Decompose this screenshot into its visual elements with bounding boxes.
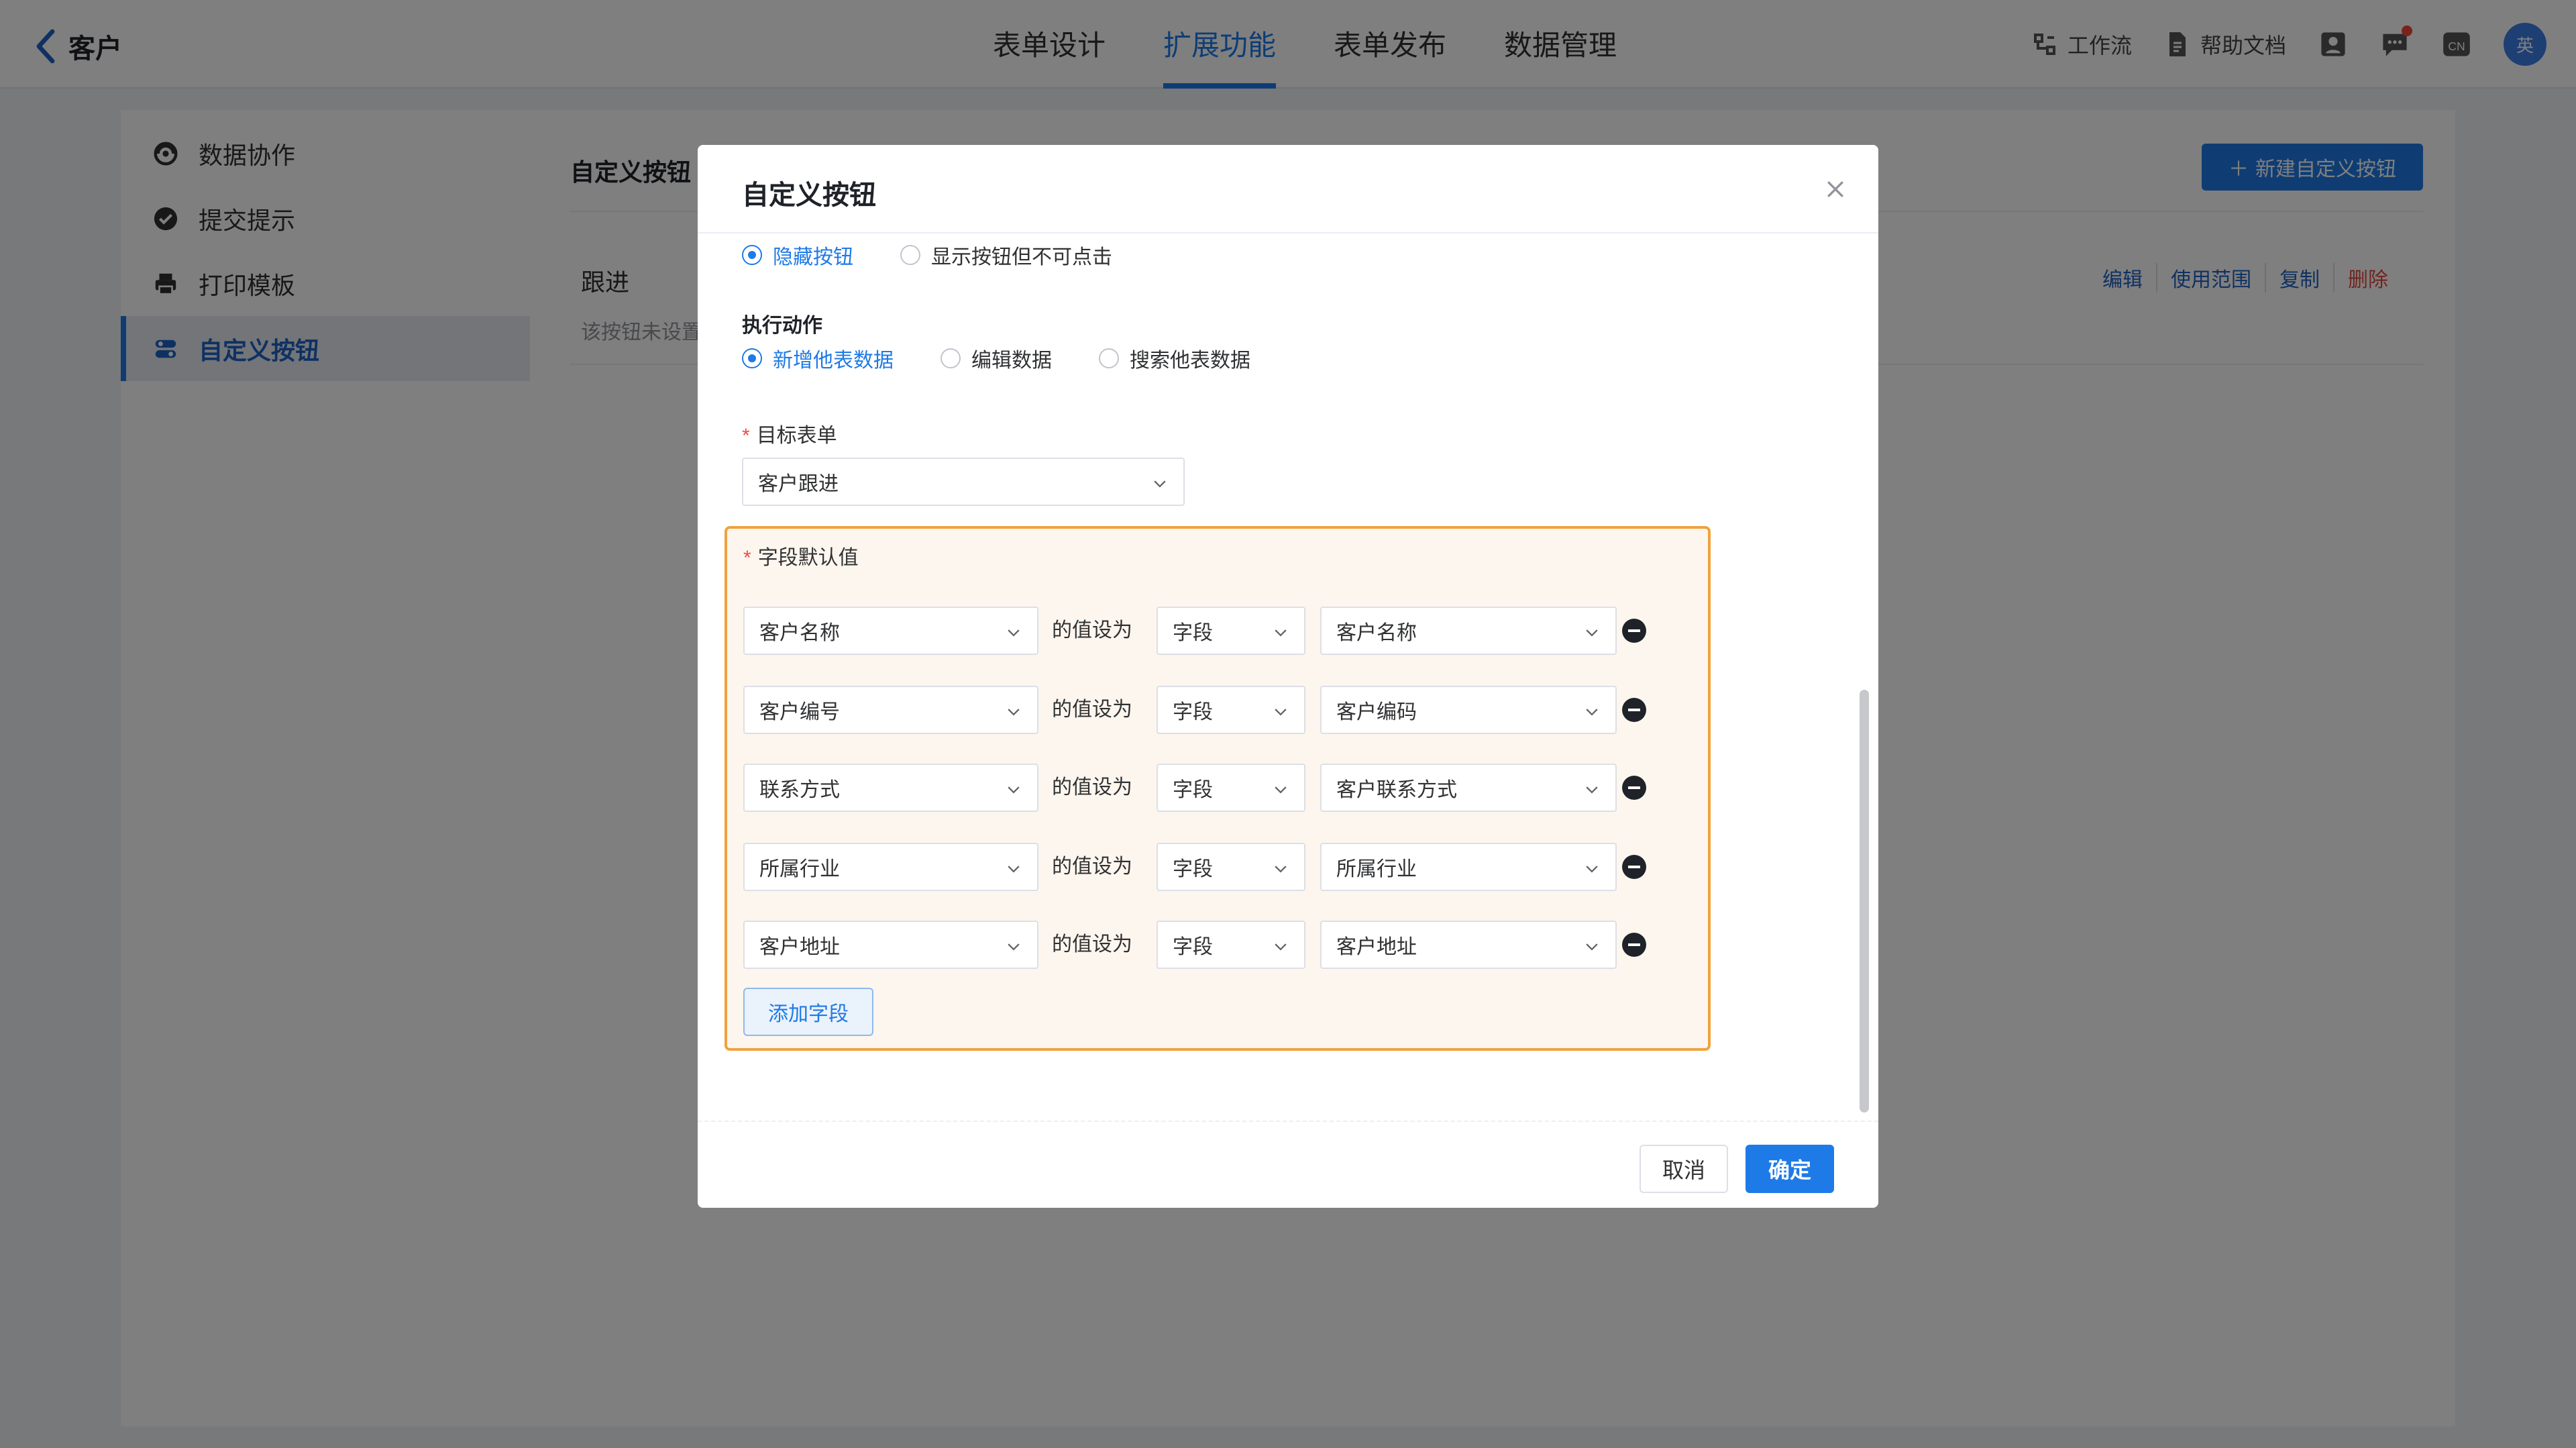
radio-label: 编辑数据 [971,350,1052,372]
source-field-value: 客户名称 [1336,622,1417,644]
remove-row-icon[interactable] [1622,698,1646,722]
target-form-label-text: 目标表单 [756,425,837,447]
radio-search-other-table[interactable]: 搜索他表数据 [1099,344,1250,373]
target-form-value: 客户跟进 [758,473,839,495]
radio-indicator [941,348,961,368]
radio-label: 显示按钮但不可点击 [931,246,1112,268]
value-type-select[interactable]: 字段 [1157,921,1305,969]
custom-button-dialog: 自定义按钮 隐藏按钮 显示按钮但不可点击 执行动作 新增他表数据 编辑数据 搜索… [698,145,1878,1208]
target-field-select[interactable]: 客户地址 [743,921,1038,969]
action-label: 执行动作 [742,315,822,337]
action-radio-group: 新增他表数据 编辑数据 搜索他表数据 [742,344,1297,373]
target-field-select[interactable]: 联系方式 [743,764,1038,812]
field-mapping-row: 客户名称 的值设为 字段 客户名称 [743,607,1682,655]
chevron-down-icon [1008,629,1020,637]
chevron-down-icon [1275,866,1287,873]
remove-row-icon[interactable] [1622,933,1646,957]
radio-indicator [742,245,762,265]
target-field-value: 所属行业 [759,858,840,880]
target-form-select[interactable]: 客户跟进 [742,458,1185,506]
chevron-down-icon [1586,866,1598,873]
chevron-down-icon [1154,480,1166,488]
value-type-value: 字段 [1173,701,1213,723]
field-mapping-row: 客户编号 的值设为 字段 客户编码 [743,686,1682,734]
value-type-select[interactable]: 字段 [1157,607,1305,655]
add-field-button[interactable]: 添加字段 [743,988,873,1036]
field-mapping-row: 联系方式 的值设为 字段 客户联系方式 [743,764,1682,812]
field-defaults-label: * 字段默认值 [743,541,859,570]
radio-edit-data[interactable]: 编辑数据 [941,344,1052,373]
chevron-down-icon [1008,866,1020,873]
field-mapping-row: 客户地址 的值设为 字段 客户地址 [743,921,1682,969]
source-field-value: 客户编码 [1336,701,1417,723]
close-icon[interactable] [1823,177,1847,201]
target-field-select[interactable]: 客户名称 [743,607,1038,655]
value-type-select[interactable]: 字段 [1157,686,1305,734]
field-mapping-row: 所属行业 的值设为 字段 所属行业 [743,843,1682,891]
required-mark: * [743,547,751,569]
target-field-value: 联系方式 [759,779,840,801]
source-field-select[interactable]: 客户联系方式 [1320,764,1617,812]
remove-row-icon[interactable] [1622,855,1646,879]
chevron-down-icon [1275,629,1287,637]
radio-label: 搜索他表数据 [1130,350,1250,372]
radio-indicator [900,245,920,265]
value-type-value: 字段 [1173,858,1213,880]
set-to-text: 的值设为 [1052,699,1132,721]
field-defaults-label-text: 字段默认值 [757,547,859,569]
source-field-value: 客户联系方式 [1336,779,1457,801]
value-type-select[interactable]: 字段 [1157,764,1305,812]
field-defaults-section: * 字段默认值 客户名称 的值设为 字段 客户名称 客户编号 的值设为 字段 客户… [724,526,1711,1051]
remove-row-icon[interactable] [1622,619,1646,643]
chevron-down-icon [1275,943,1287,951]
target-field-select[interactable]: 所属行业 [743,843,1038,891]
source-field-select[interactable]: 客户地址 [1320,921,1617,969]
chevron-down-icon [1586,786,1598,794]
target-form-label: * 目标表单 [742,419,837,448]
source-field-value: 客户地址 [1336,936,1417,958]
set-to-text: 的值设为 [1052,856,1132,878]
cancel-button[interactable]: 取消 [1640,1145,1728,1193]
remove-row-icon[interactable] [1622,776,1646,800]
set-to-text: 的值设为 [1052,933,1132,955]
value-type-value: 字段 [1173,936,1213,958]
target-field-select[interactable]: 客户编号 [743,686,1038,734]
chevron-down-icon [1275,786,1287,794]
value-type-value: 字段 [1173,622,1213,644]
chevron-down-icon [1008,943,1020,951]
value-type-value: 字段 [1173,779,1213,801]
set-to-text: 的值设为 [1052,776,1132,798]
radio-label: 新增他表数据 [773,350,894,372]
chevron-down-icon [1275,709,1287,716]
dialog-scrollbar[interactable] [1860,690,1869,1113]
dialog-header: 自定义按钮 [698,145,1878,234]
chevron-down-icon [1008,786,1020,794]
set-to-text: 的值设为 [1052,619,1132,641]
target-field-value: 客户地址 [759,936,840,958]
chevron-down-icon [1008,709,1020,716]
radio-label: 隐藏按钮 [773,246,853,268]
source-field-select[interactable]: 客户名称 [1320,607,1617,655]
target-field-value: 客户编号 [759,701,840,723]
chevron-down-icon [1586,629,1598,637]
confirm-button[interactable]: 确定 [1746,1145,1834,1193]
target-field-value: 客户名称 [759,622,840,644]
chevron-down-icon [1586,709,1598,716]
value-type-select[interactable]: 字段 [1157,843,1305,891]
required-mark: * [742,425,750,447]
source-field-select[interactable]: 客户编码 [1320,686,1617,734]
radio-hide-button[interactable]: 隐藏按钮 [742,240,853,270]
radio-add-other-table[interactable]: 新增他表数据 [742,344,894,373]
dialog-title: 自定义按钮 [742,180,876,210]
radio-indicator [1099,348,1119,368]
dialog-footer: 取消 确定 [698,1121,1878,1208]
source-field-value: 所属行业 [1336,858,1417,880]
chevron-down-icon [1586,943,1598,951]
visibility-radio-group: 隐藏按钮 显示按钮但不可点击 [742,240,1159,270]
radio-show-disabled[interactable]: 显示按钮但不可点击 [900,240,1112,270]
radio-indicator [742,348,762,368]
source-field-select[interactable]: 所属行业 [1320,843,1617,891]
